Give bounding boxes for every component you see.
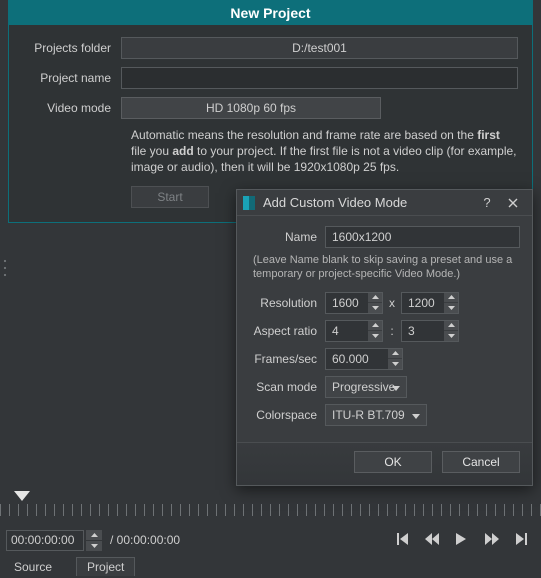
name-input[interactable] xyxy=(325,226,520,248)
label-name: Name xyxy=(249,230,325,244)
projects-folder-input[interactable] xyxy=(121,37,518,59)
app-icon xyxy=(243,196,255,210)
spin-down-icon[interactable] xyxy=(388,359,402,369)
label-project-name: Project name xyxy=(23,71,121,85)
ok-button-label: OK xyxy=(384,455,401,469)
res-separator: x xyxy=(383,296,401,310)
label-video-mode: Video mode xyxy=(23,101,121,115)
spin-up-icon[interactable] xyxy=(388,349,402,360)
help-bold-add: add xyxy=(172,144,193,158)
scan-mode-value: Progressive xyxy=(332,380,395,394)
start-button-label: Start xyxy=(157,190,182,204)
panel-grip-dots[interactable] xyxy=(2,258,8,280)
spin-down-icon[interactable] xyxy=(368,303,382,313)
dialog-footer: OK Cancel xyxy=(237,442,532,485)
dialog-close-button[interactable] xyxy=(500,198,526,208)
playbar: 00:00:00:00 / 00:00:00:00 xyxy=(0,526,541,554)
row-aspect: Aspect ratio : xyxy=(249,320,520,342)
label-colorspace: Colorspace xyxy=(249,408,325,422)
video-mode-value: HD 1080p 60 fps xyxy=(206,101,296,115)
fps-spinner[interactable] xyxy=(325,348,403,370)
tab-project-label: Project xyxy=(87,560,124,574)
label-fps: Frames/sec xyxy=(249,352,325,366)
aspect-height-spinner[interactable] xyxy=(401,320,459,342)
label-aspect: Aspect ratio xyxy=(249,324,325,338)
resolution-width-spinner[interactable] xyxy=(325,292,383,314)
project-name-input[interactable] xyxy=(121,67,518,89)
row-resolution: Resolution x xyxy=(249,292,520,314)
timecode-input[interactable]: 00:00:00:00 xyxy=(6,530,84,551)
add-custom-video-mode-dialog: Add Custom Video Mode ? Name (Leave Name… xyxy=(236,189,533,486)
spin-up-icon[interactable] xyxy=(368,293,382,304)
dialog-help-button[interactable]: ? xyxy=(474,195,500,210)
row-scan: Scan mode Progressive xyxy=(249,376,520,398)
spin-up-icon[interactable] xyxy=(86,530,102,541)
video-mode-combo[interactable]: HD 1080p 60 fps xyxy=(121,97,381,119)
skip-previous-icon[interactable] xyxy=(395,533,409,547)
aspect-separator: : xyxy=(383,324,401,338)
row-colorspace: Colorspace ITU-R BT.709 xyxy=(249,404,520,426)
label-scan: Scan mode xyxy=(249,380,325,394)
colorspace-value: ITU-R BT.709 xyxy=(332,408,405,422)
spin-down-icon[interactable] xyxy=(444,303,458,313)
spin-down-icon[interactable] xyxy=(368,331,382,341)
spin-up-icon[interactable] xyxy=(444,321,458,332)
spin-up-icon[interactable] xyxy=(444,293,458,304)
timeline-ruler[interactable] xyxy=(0,504,541,516)
row-projects-folder: Projects folder xyxy=(23,37,518,59)
spin-aw-btns xyxy=(368,321,382,341)
tab-source-label: Source xyxy=(14,560,52,574)
cancel-button[interactable]: Cancel xyxy=(442,451,520,473)
scan-mode-combo[interactable]: Progressive xyxy=(325,376,407,398)
ok-button[interactable]: OK xyxy=(354,451,432,473)
auto-help-text: Automatic means the resolution and frame… xyxy=(131,127,518,176)
fast-forward-icon[interactable] xyxy=(485,533,499,547)
duration-text: / 00:00:00:00 xyxy=(110,533,180,547)
timecode-value: 00:00:00:00 xyxy=(11,533,74,547)
label-projects-folder: Projects folder xyxy=(23,41,121,55)
spin-fps-btns xyxy=(388,349,402,369)
spin-down-icon[interactable] xyxy=(444,331,458,341)
help-pre: Automatic means the resolution and frame… xyxy=(131,128,477,142)
transport-controls xyxy=(395,533,529,547)
spin-up-icon[interactable] xyxy=(368,321,382,332)
chevron-down-icon xyxy=(412,408,420,422)
spin-width-btns xyxy=(368,293,382,313)
spin-ah-btns xyxy=(444,321,458,341)
spin-down-icon[interactable] xyxy=(86,541,102,551)
bottom-tabs: Source Project xyxy=(4,556,135,576)
help-bold-first: first xyxy=(477,128,500,142)
row-project-name: Project name xyxy=(23,67,518,89)
close-icon xyxy=(508,198,518,208)
dialog-title-text: Add Custom Video Mode xyxy=(263,195,474,210)
panel-title: New Project xyxy=(9,1,532,25)
timecode-spinner[interactable] xyxy=(86,530,102,551)
skip-next-icon[interactable] xyxy=(515,533,529,547)
dialog-body: Name (Leave Name blank to skip saving a … xyxy=(237,216,532,436)
label-resolution: Resolution xyxy=(249,296,325,310)
help-mid: file you xyxy=(131,144,172,158)
aspect-width-spinner[interactable] xyxy=(325,320,383,342)
row-video-mode: Video mode HD 1080p 60 fps xyxy=(23,97,518,119)
cancel-button-label: Cancel xyxy=(462,455,499,469)
playhead-marker-icon[interactable] xyxy=(14,490,30,504)
colorspace-combo[interactable]: ITU-R BT.709 xyxy=(325,404,427,426)
play-icon[interactable] xyxy=(455,533,469,547)
start-button[interactable]: Start xyxy=(131,186,209,208)
rewind-icon[interactable] xyxy=(425,533,439,547)
name-hint: (Leave Name blank to skip saving a prese… xyxy=(253,254,520,282)
chevron-down-icon xyxy=(392,380,400,394)
tab-project[interactable]: Project xyxy=(76,557,135,576)
tab-source[interactable]: Source xyxy=(4,558,62,576)
row-fps: Frames/sec xyxy=(249,348,520,370)
row-name: Name xyxy=(249,226,520,248)
dialog-titlebar[interactable]: Add Custom Video Mode ? xyxy=(237,190,532,216)
spin-height-btns xyxy=(444,293,458,313)
resolution-height-spinner[interactable] xyxy=(401,292,459,314)
